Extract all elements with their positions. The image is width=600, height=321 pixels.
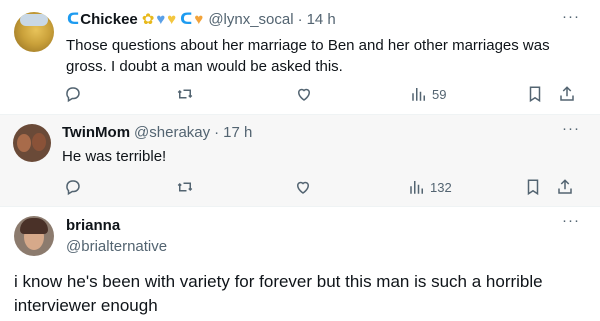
wave-icon: ᑕ <box>180 11 193 28</box>
like-button[interactable] <box>294 178 312 196</box>
bookmark-button[interactable] <box>524 178 542 196</box>
yellow-heart-icon: ♥ <box>167 11 177 28</box>
tweet-header: ᑕ Chickee ✿ ♥ ♥ ᑕ ♥ @lynx_socal · 14 h <box>66 11 336 28</box>
display-name[interactable]: brianna <box>66 217 120 234</box>
tweet-actions: 59 <box>0 85 600 105</box>
display-name[interactable]: TwinMom <box>62 124 130 141</box>
bookmark-button[interactable] <box>526 85 544 103</box>
share-button[interactable] <box>558 85 576 103</box>
share-button[interactable] <box>556 178 574 196</box>
more-options-icon[interactable]: ··· <box>562 212 580 229</box>
reply-icon <box>66 180 80 196</box>
views-button[interactable]: 132 <box>408 178 452 196</box>
more-options-icon[interactable]: ··· <box>562 8 580 25</box>
views-icon <box>412 88 425 101</box>
tweet-text: He was terrible! <box>62 148 167 165</box>
tweet-header: TwinMom @sherakay · 17 h <box>62 124 252 141</box>
display-name[interactable]: Chickee <box>80 11 138 28</box>
views-icon <box>410 181 423 194</box>
share-icon <box>560 86 574 101</box>
orange-heart-icon: ♥ <box>194 11 204 28</box>
views-count: 59 <box>432 86 447 102</box>
avatar[interactable] <box>14 12 54 52</box>
time-separator: · <box>297 11 303 28</box>
retweet-icon <box>177 89 193 99</box>
more-options-icon[interactable]: ··· <box>562 120 580 137</box>
tweet-text: Those questions about her marriage to Be… <box>66 37 550 75</box>
retweet-button[interactable] <box>176 85 194 103</box>
avatar[interactable] <box>14 216 54 256</box>
views-button[interactable]: 59 <box>410 85 446 103</box>
views-count: 132 <box>430 179 452 195</box>
bookmark-icon <box>527 179 539 196</box>
reply-button[interactable] <box>64 178 82 196</box>
handle[interactable]: @lynx_socal <box>208 11 293 28</box>
tweet-text: i know he's been with variety for foreve… <box>14 272 543 315</box>
wave-icon: ᑕ <box>67 11 80 28</box>
handle[interactable]: @brialternative <box>66 238 167 255</box>
heart-icon <box>296 181 310 194</box>
avatar[interactable] <box>13 124 51 162</box>
handle[interactable]: @sherakay <box>134 124 210 141</box>
share-icon <box>558 179 572 194</box>
timestamp[interactable]: 14 h <box>307 11 336 28</box>
sunflower-icon: ✿ <box>141 11 155 28</box>
reply-icon <box>66 87 80 103</box>
blue-heart-icon: ♥ <box>156 11 166 28</box>
bookmark-icon <box>529 86 541 103</box>
retweet-button[interactable] <box>176 178 194 196</box>
like-button[interactable] <box>295 85 313 103</box>
heart-icon <box>297 88 311 101</box>
retweet-icon <box>177 182 193 192</box>
tweet-actions: 132 <box>0 178 600 198</box>
time-separator: · <box>214 124 220 141</box>
reply-button[interactable] <box>64 85 82 103</box>
timestamp[interactable]: 17 h <box>223 124 252 141</box>
